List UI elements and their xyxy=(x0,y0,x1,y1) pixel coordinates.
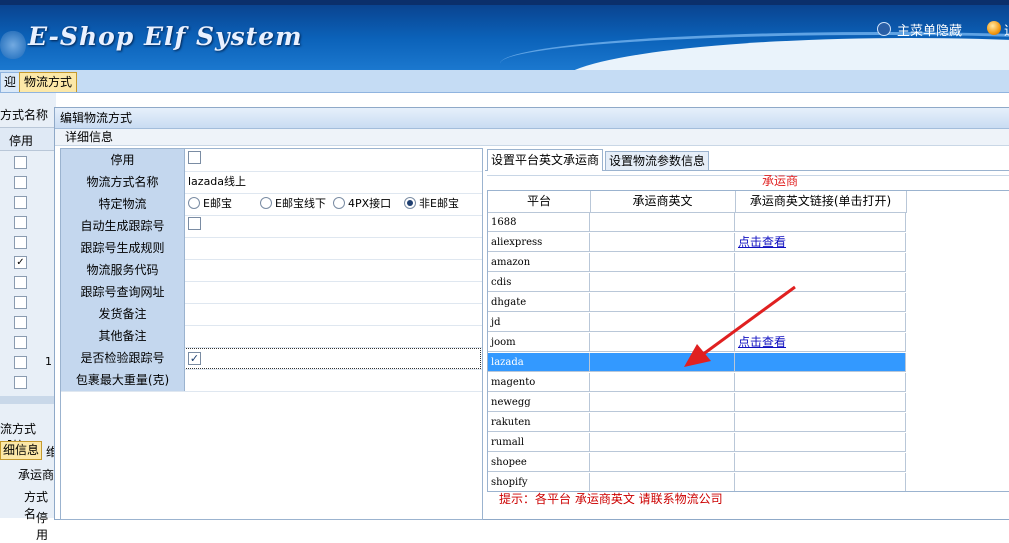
annotation-arrow-icon xyxy=(684,285,796,367)
arrow-shaft xyxy=(701,285,796,357)
arrow-head xyxy=(684,344,711,367)
